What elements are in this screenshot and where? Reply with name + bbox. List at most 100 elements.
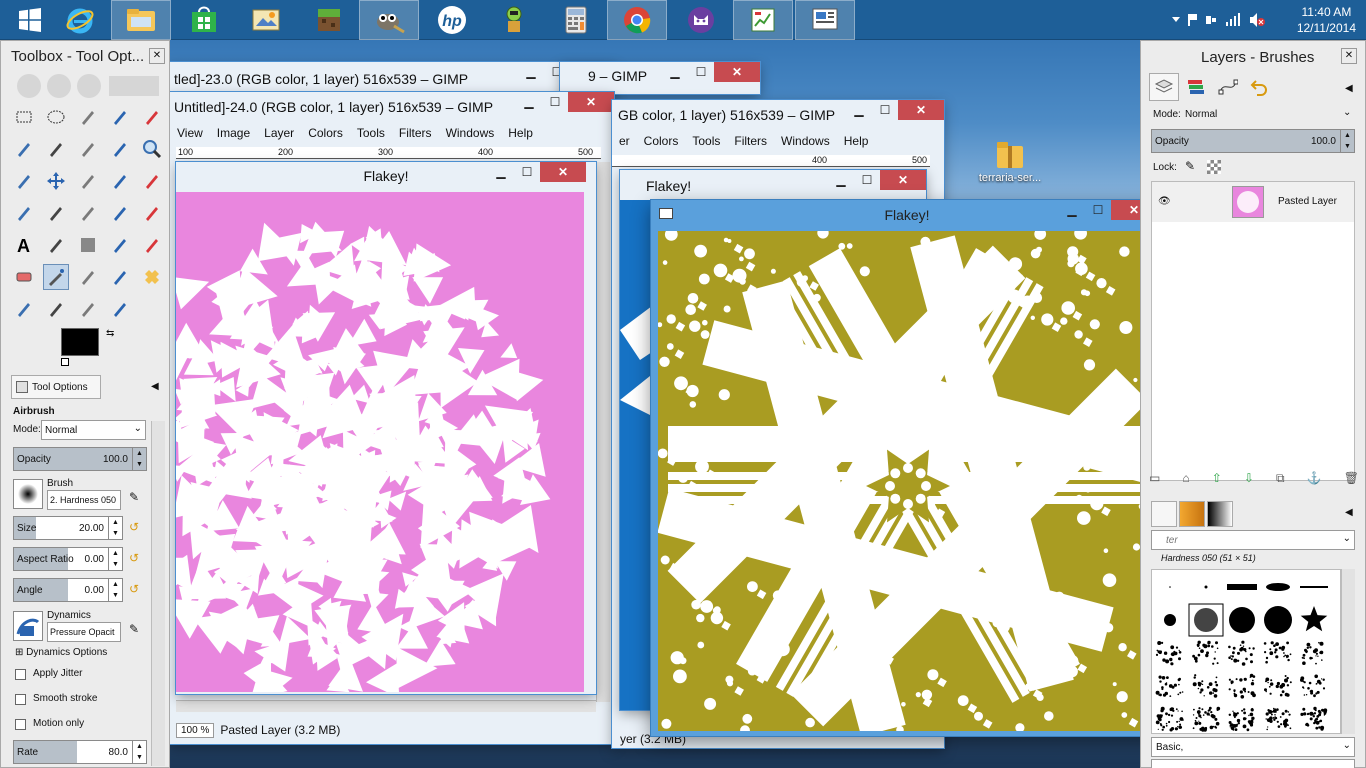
tab-brushes[interactable] xyxy=(1151,501,1177,527)
close-button[interactable]: ✕ xyxy=(898,100,944,120)
tab-undo-history[interactable] xyxy=(1245,73,1275,101)
angle-slider[interactable]: Angle 0.00 ▲ ▼ xyxy=(13,578,123,602)
tab-layers[interactable] xyxy=(1149,73,1179,101)
duplicate-layer-icon[interactable]: ⧉ xyxy=(1276,471,1285,486)
minimize-button[interactable]: ▁ xyxy=(662,62,688,82)
flakey-gold-window[interactable]: Flakey! ▁ ☐ ✕ xyxy=(651,200,1163,736)
options-scrollbar[interactable] xyxy=(151,421,165,766)
taskbar-minecraft[interactable] xyxy=(299,0,359,40)
shear-tool[interactable] xyxy=(43,200,69,226)
brush-field[interactable]: 2. Hardness 050 xyxy=(47,490,121,510)
edit-dynamics-icon[interactable]: ✎ xyxy=(129,622,139,636)
align-tool[interactable] xyxy=(75,168,101,194)
vertical-scrollbar[interactable] xyxy=(596,162,610,702)
aspect-ratio-slider[interactable]: Aspect Ratio 0.00 ▲ ▼ xyxy=(13,547,123,571)
tab-tool-options[interactable]: Tool Options xyxy=(11,375,101,399)
scissors-tool[interactable] xyxy=(11,136,37,162)
close-button[interactable]: ✕ xyxy=(540,162,586,182)
taskbar-presentation-app[interactable] xyxy=(795,0,855,40)
reset-angle-icon[interactable]: ↺ xyxy=(129,582,139,596)
tab-menu-icon[interactable]: ◀ xyxy=(151,381,159,392)
swap-colors-icon[interactable]: ⇆ xyxy=(106,328,114,339)
close-button[interactable]: ✕ xyxy=(880,170,926,190)
gold-canvas[interactable] xyxy=(658,231,1158,731)
horizontal-scrollbar[interactable] xyxy=(176,700,596,712)
rate-slider[interactable]: Rate 80.0 ▲ ▼ xyxy=(13,740,147,764)
menu-colors[interactable]: Colors xyxy=(301,126,350,140)
lock-alpha-icon[interactable] xyxy=(1207,160,1221,174)
taskbar-internet-explorer[interactable] xyxy=(50,0,110,40)
taskbar-chrome[interactable] xyxy=(607,0,667,40)
taskbar-chart-app[interactable] xyxy=(733,0,793,40)
blur-tool[interactable] xyxy=(11,296,37,322)
move-tool[interactable] xyxy=(43,168,69,194)
foreground-color[interactable] xyxy=(61,328,99,356)
dynamics-field[interactable]: Pressure Opacit xyxy=(47,622,121,642)
maximize-button[interactable]: ☐ xyxy=(854,170,880,190)
heal-2-tool[interactable] xyxy=(107,296,133,322)
edit-brush-icon[interactable]: ✎ xyxy=(129,490,139,504)
minimize-button[interactable]: ▁ xyxy=(828,170,854,190)
paintbrush-tool[interactable] xyxy=(139,232,165,258)
dynamics-options-expander[interactable]: ⊞ Dynamics Options xyxy=(15,647,107,658)
menu-tools[interactable]: Tools xyxy=(685,134,727,148)
dodge-tool[interactable] xyxy=(75,296,101,322)
menu-windows[interactable]: Windows xyxy=(439,126,502,140)
clock[interactable]: 11:40 AM 12/11/2014 xyxy=(1297,4,1356,36)
menu-filters[interactable]: Filters xyxy=(727,134,774,148)
tab-menu-icon[interactable]: ◀ xyxy=(1345,83,1353,94)
brush-tag-field[interactable] xyxy=(1151,759,1355,768)
taskbar-cat-app[interactable] xyxy=(671,0,731,40)
brush-scrollbar[interactable] xyxy=(1341,569,1355,734)
minimize-button[interactable]: ▁ xyxy=(518,62,544,82)
tab-gradients[interactable] xyxy=(1207,501,1233,527)
menu-layer-partial[interactable]: er xyxy=(612,134,637,148)
default-colors-icon[interactable] xyxy=(61,358,69,366)
lower-layer-icon[interactable]: ⇩ xyxy=(1244,471,1254,486)
close-button[interactable]: ✕ xyxy=(568,92,614,112)
layer-mode-value[interactable]: Normal xyxy=(1185,109,1217,120)
bucket-fill-tool[interactable] xyxy=(43,232,69,258)
raise-layer-icon[interactable]: ⇧ xyxy=(1212,471,1222,486)
menu-filters[interactable]: Filters xyxy=(392,126,439,140)
menu-help[interactable]: Help xyxy=(837,134,876,148)
menu-windows[interactable]: Windows xyxy=(774,134,837,148)
maximize-button[interactable]: ☐ xyxy=(542,92,568,112)
close-icon[interactable]: ✕ xyxy=(149,48,165,64)
taskbar-store[interactable] xyxy=(174,0,234,40)
taskbar-file-explorer[interactable] xyxy=(111,0,171,40)
zoom-tool[interactable] xyxy=(139,136,165,162)
layer-opacity-slider[interactable]: Opacity 100.0 ▲ ▼ xyxy=(1151,129,1355,153)
eraser-tool[interactable] xyxy=(11,264,37,290)
minimize-button[interactable]: ▁ xyxy=(1059,200,1085,220)
taskbar-hp[interactable]: hp xyxy=(422,0,482,40)
gimp-window-23[interactable]: tled]-23.0 (RGB color, 1 layer) 516x539 … xyxy=(168,62,616,92)
opacity-slider[interactable]: Opacity 100.0 ▲ ▼ xyxy=(13,447,147,471)
airbrush-tool[interactable] xyxy=(43,264,69,290)
clone-tool[interactable] xyxy=(107,264,133,290)
perspective-tool[interactable] xyxy=(75,200,101,226)
maximize-button[interactable]: ☐ xyxy=(1085,200,1111,220)
tab-paths[interactable] xyxy=(1213,73,1243,101)
minimize-button[interactable]: ▁ xyxy=(488,162,514,182)
smudge-tool[interactable] xyxy=(43,296,69,322)
blend-tool[interactable] xyxy=(75,232,101,258)
fuzzy-select-tool[interactable] xyxy=(107,104,133,130)
layer-row[interactable]: 👁 Pasted Layer xyxy=(1152,182,1354,222)
pencil-tool[interactable] xyxy=(107,232,133,258)
new-layer-icon[interactable]: ▭ xyxy=(1149,471,1160,486)
menu-help[interactable]: Help xyxy=(501,126,540,140)
text-tool[interactable]: A xyxy=(11,232,37,258)
size-slider[interactable]: Size 20.00 ▲ ▼ xyxy=(13,516,123,540)
motion-only-checkbox[interactable] xyxy=(15,719,26,730)
crop-tool[interactable] xyxy=(107,168,133,194)
taskbar-game-app[interactable] xyxy=(484,0,544,40)
pink-canvas[interactable] xyxy=(176,192,584,692)
rotate-tool[interactable] xyxy=(139,168,165,194)
reset-size-icon[interactable]: ↺ xyxy=(129,520,139,534)
tab-channels[interactable] xyxy=(1181,73,1211,101)
maximize-button[interactable]: ☐ xyxy=(514,162,540,182)
reset-aspect-icon[interactable]: ↺ xyxy=(129,551,139,565)
taskbar-calculator[interactable] xyxy=(546,0,606,40)
scale-tool[interactable] xyxy=(11,200,37,226)
